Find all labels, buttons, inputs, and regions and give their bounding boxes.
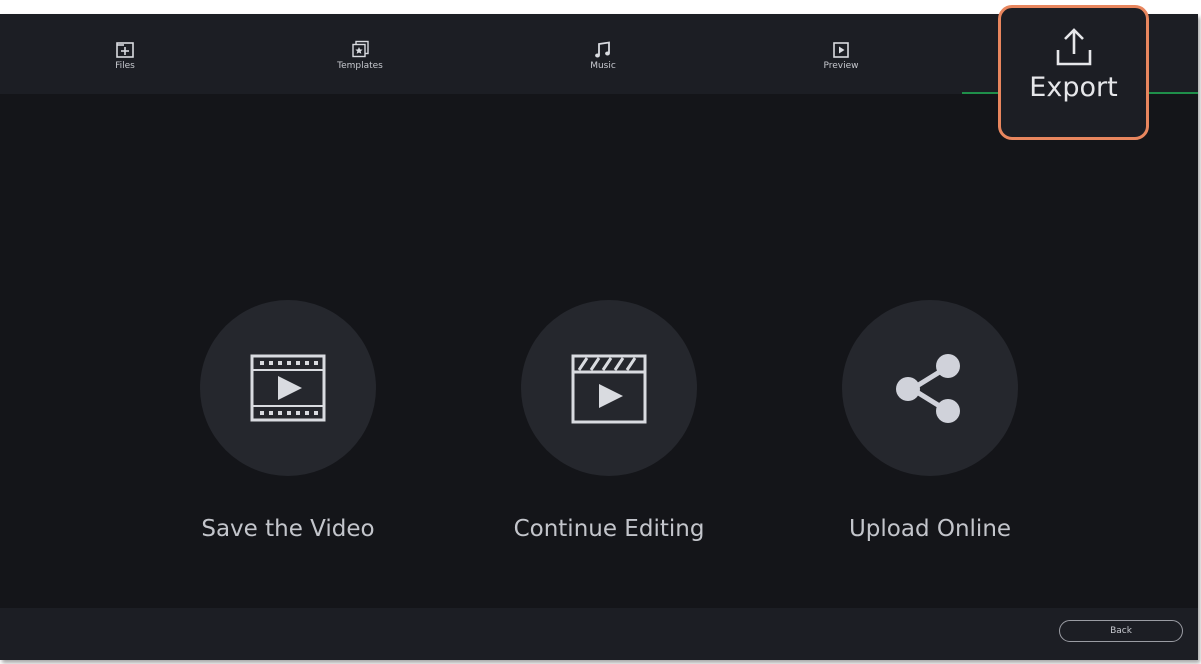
tab-files-label: Files (115, 61, 135, 71)
tab-templates[interactable]: Templates (310, 14, 410, 94)
export-options-area: Save the Video Continue Editing Upload O… (0, 94, 1198, 608)
continue-editing-button[interactable] (521, 300, 697, 476)
save-video-label: Save the Video (201, 516, 375, 542)
share-icon (896, 354, 960, 423)
save-video-button[interactable] (200, 300, 376, 476)
folder-plus-icon (116, 42, 134, 58)
tab-music-label: Music (590, 61, 616, 71)
play-preview-icon (833, 42, 849, 58)
film-play-icon (250, 354, 326, 422)
bottom-bar: Back (0, 608, 1198, 660)
clapperboard-play-icon (571, 354, 647, 424)
template-star-icon (352, 40, 369, 58)
tab-preview[interactable]: Preview (791, 14, 891, 94)
back-button[interactable]: Back (1059, 620, 1183, 642)
continue-editing-option[interactable]: Continue Editing (489, 300, 729, 542)
tab-templates-label: Templates (337, 61, 383, 71)
upload-online-option[interactable]: Upload Online (810, 300, 1050, 542)
continue-editing-label: Continue Editing (513, 516, 705, 542)
tab-files[interactable]: Files (75, 14, 175, 94)
tab-export-label: Export (1029, 72, 1118, 103)
tab-music[interactable]: Music (553, 14, 653, 94)
tab-export[interactable]: Export (998, 5, 1149, 140)
upload-online-button[interactable] (842, 300, 1018, 476)
save-video-option[interactable]: Save the Video (168, 300, 408, 542)
tab-preview-label: Preview (823, 61, 859, 71)
music-note-icon (595, 41, 610, 58)
upload-online-label: Upload Online (848, 516, 1012, 542)
export-upload-icon (1056, 28, 1091, 66)
